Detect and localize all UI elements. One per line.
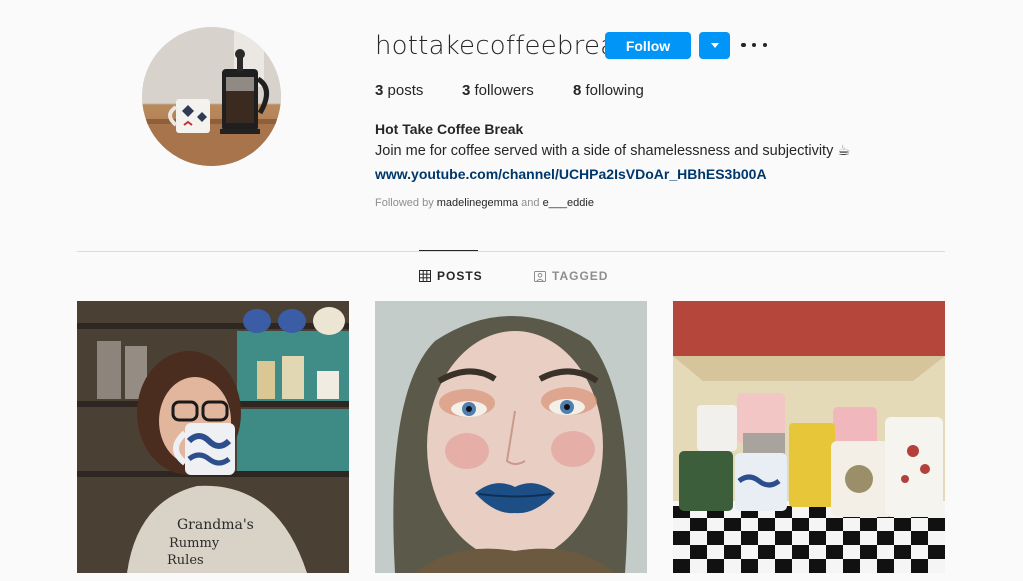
stat-following-count: 8	[573, 82, 582, 99]
profile-username: hottakecoffeebreak	[375, 31, 632, 61]
tab-posts-label: POSTS	[437, 269, 483, 283]
followed-by-text: Followed by madelinegemma and e___eddie	[375, 197, 594, 209]
followed-by-user[interactable]: madelinegemma	[437, 197, 518, 209]
stat-posts-count: 3	[375, 82, 384, 99]
shirt-text: Rummy	[169, 536, 220, 551]
profile-avatar[interactable]	[142, 27, 281, 166]
stat-following-label: following	[585, 82, 644, 99]
profile-header: hottakecoffeebreak Follow 3 posts 3 foll…	[0, 0, 1023, 240]
profile-website-link[interactable]: www.youtube.com/channel/UCHPa2IsVDoAr_HB…	[375, 166, 767, 182]
more-options-button[interactable]	[741, 38, 767, 52]
tab-tagged[interactable]: TAGGED	[534, 269, 608, 283]
followed-by-prefix: Followed by	[375, 197, 434, 209]
grid-icon	[419, 270, 431, 282]
stat-followers[interactable]: 3 followers	[462, 82, 534, 99]
post-thumbnail[interactable]	[375, 301, 647, 573]
tabs-divider	[77, 251, 945, 252]
active-tab-indicator	[419, 250, 478, 251]
profile-full-name: Hot Take Coffee Break	[375, 121, 524, 137]
suggested-accounts-button[interactable]	[699, 32, 730, 59]
stat-posts-label: posts	[387, 82, 424, 99]
chevron-down-icon	[710, 43, 719, 48]
followed-by-conj: and	[521, 197, 540, 209]
stat-posts: 3 posts	[375, 82, 423, 99]
stat-followers-count: 3	[462, 82, 471, 99]
shirt-text: Rules	[167, 553, 204, 568]
more-dot-icon	[751, 42, 757, 48]
post-image: Grandma's Rummy Rules	[77, 301, 349, 573]
post-thumbnail[interactable]: Grandma's Rummy Rules	[77, 301, 349, 573]
post-thumbnail[interactable]	[673, 301, 945, 573]
more-dot-icon	[741, 42, 746, 48]
shirt-text: Grandma's	[177, 517, 254, 533]
profile-bio: Join me for coffee served with a side of…	[375, 143, 851, 159]
post-image	[673, 301, 945, 573]
follow-button[interactable]: Follow	[605, 32, 691, 59]
more-dot-icon	[762, 42, 767, 48]
tab-posts[interactable]: POSTS	[419, 269, 483, 283]
tag-icon	[534, 271, 546, 282]
tab-tagged-label: TAGGED	[552, 269, 609, 283]
followed-by-user[interactable]: e___eddie	[543, 197, 594, 209]
post-image	[375, 301, 647, 573]
stat-followers-label: followers	[474, 82, 534, 99]
stat-following[interactable]: 8 following	[573, 82, 644, 99]
